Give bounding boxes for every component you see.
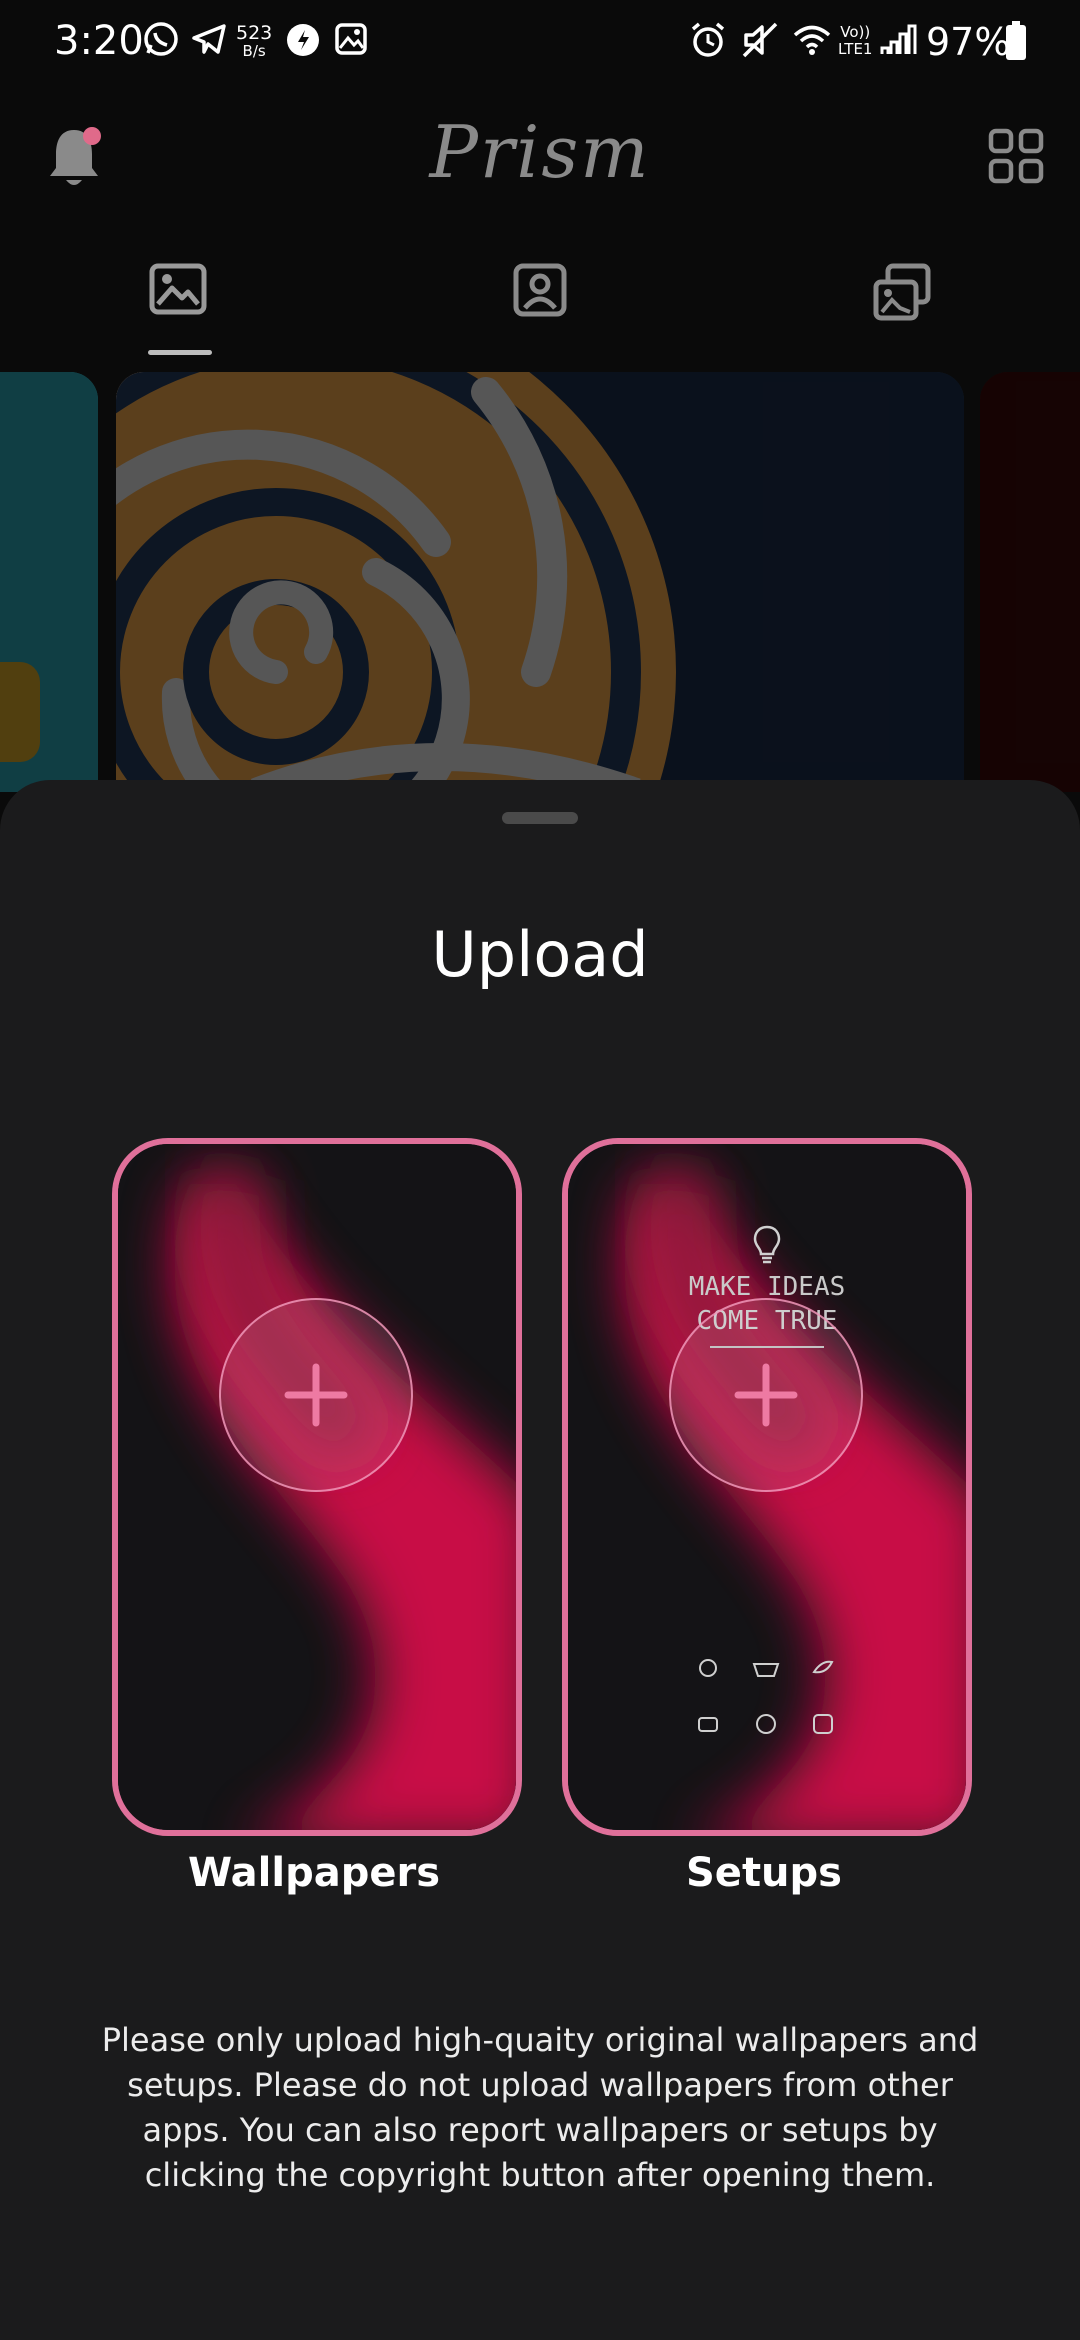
drag-handle[interactable] — [502, 812, 578, 824]
alarm-icon — [691, 22, 725, 57]
plus-icon — [734, 1363, 798, 1427]
wifi-icon — [793, 25, 831, 55]
tab-selected-indicator — [148, 350, 212, 355]
gallery-icon — [335, 23, 367, 55]
battery-icon — [1006, 21, 1026, 60]
grid-icon — [988, 128, 1044, 184]
upload-wallpaper-button[interactable] — [112, 1138, 522, 1836]
image-icon — [149, 263, 207, 315]
plus-icon — [284, 1363, 348, 1427]
upload-setup-button[interactable]: MAKE IDEAS COME TRUE — [562, 1138, 972, 1836]
signal-icon — [880, 24, 917, 54]
add-wallpaper-circle — [219, 1298, 413, 1492]
app-icon — [287, 24, 319, 56]
upload-notice-text: Please only upload high-quaity original … — [101, 2021, 979, 2194]
app-title: Prism — [429, 110, 651, 194]
telegram-icon — [192, 24, 226, 54]
mute-icon — [742, 22, 778, 58]
battery-percent: 97% — [926, 20, 1011, 64]
tab-profile[interactable] — [512, 262, 572, 322]
setups-label: Setups — [686, 1850, 842, 1896]
wallpaper-card[interactable] — [116, 372, 964, 792]
wallpaper-card[interactable] — [0, 372, 98, 792]
grid-view-button[interactable] — [988, 128, 1044, 184]
tab-wallpapers[interactable] — [148, 262, 212, 322]
tab-setups[interactable] — [872, 262, 932, 322]
wallpapers-label: Wallpapers — [187, 1850, 441, 1896]
profile-icon — [513, 263, 567, 317]
status-time: 3:20 — [54, 18, 144, 64]
upload-bottom-sheet: Upload Wallpapers MAKE IDEAS COME TRUE S… — [0, 780, 1080, 2340]
status-bar: 3:20 523 B/s Vo)) LTE1 97% — [0, 0, 1080, 84]
add-setup-circle — [669, 1298, 863, 1492]
whatsapp-icon — [144, 22, 178, 56]
wallpaper-card[interactable] — [980, 372, 1080, 792]
lightbulb-icon — [753, 1225, 781, 1264]
wallpaper-carousel — [0, 372, 1080, 792]
setup-app-icons — [699, 1659, 834, 1677]
net-speed: 523 B/s — [236, 22, 273, 61]
volte-icon: Vo)) LTE1 — [838, 23, 873, 58]
collections-icon — [873, 263, 931, 321]
setup-app-icons — [698, 1714, 833, 1734]
sheet-title: Upload — [431, 918, 649, 991]
